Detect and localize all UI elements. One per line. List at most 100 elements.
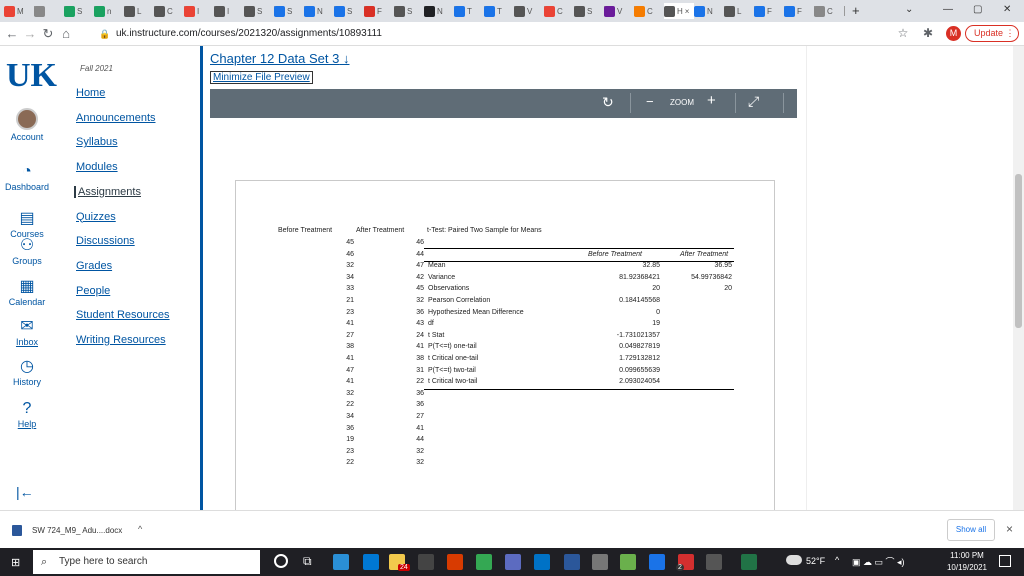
browser-tab[interactable]: S [574, 3, 605, 19]
browser-tab[interactable]: N [424, 3, 455, 19]
home-icon[interactable]: ⌂ [58, 26, 74, 41]
course-nav-assignments[interactable]: Assignments [74, 185, 141, 198]
browser-tab[interactable]: S [274, 3, 305, 19]
course-nav-writing-resources[interactable]: Writing Resources [76, 334, 166, 346]
browser-tab[interactable] [34, 3, 65, 19]
browser-tab[interactable]: I [214, 3, 245, 19]
settings-icon[interactable] [706, 554, 722, 570]
global-nav-dashboard[interactable]: ◔ Dashboard [0, 164, 54, 193]
course-nav-grades[interactable]: Grades [76, 260, 112, 272]
browser-tab[interactable]: C [634, 3, 665, 19]
course-nav-people[interactable]: People [76, 285, 110, 297]
browser-tab[interactable]: T [484, 3, 515, 19]
browser-tab[interactable]: S [394, 3, 425, 19]
tray-icons[interactable]: ▣ ☁ ▭ ⌒ ◂) [852, 555, 905, 568]
browser-tab[interactable]: C [154, 3, 185, 19]
course-nav-quizzes[interactable]: Quizzes [76, 211, 116, 223]
chevron-down-icon[interactable]: ⌄ [905, 4, 913, 15]
global-nav-courses[interactable]: ▤ Courses [0, 211, 54, 240]
zoom-in-button[interactable]: + [707, 92, 716, 109]
course-nav-modules[interactable]: Modules [76, 161, 118, 173]
course-nav-announcements[interactable]: Announcements [76, 112, 156, 124]
global-nav-history[interactable]: ◷ History [0, 359, 54, 388]
show-all-button[interactable]: Show all [947, 519, 995, 541]
rotate-icon[interactable]: ↻ [602, 94, 614, 111]
file-title: Chapter 12 Data Set 3 [210, 51, 340, 66]
collapse-nav-icon[interactable]: |← [16, 484, 34, 500]
browser-tab[interactable]: C [814, 3, 845, 19]
browser-tab[interactable]: L [724, 3, 755, 19]
app-icon[interactable] [649, 554, 665, 570]
app-icon[interactable] [620, 554, 636, 570]
browser-tab[interactable]: S [334, 3, 365, 19]
ttest-before-value: 81.92368421 [619, 273, 660, 281]
close-download-bar-icon[interactable]: × [1006, 522, 1013, 536]
restore-window-icon[interactable]: ▢ [973, 4, 982, 15]
global-nav-calendar[interactable]: ▦ Calendar [0, 279, 54, 308]
course-nav-student-resources[interactable]: Student Resources [76, 309, 170, 321]
notifications-icon[interactable] [999, 555, 1011, 567]
app-icon[interactable] [505, 554, 521, 570]
browser-tab[interactable]: V [604, 3, 635, 19]
chevron-up-icon[interactable]: ^ [138, 524, 142, 534]
outlook-icon[interactable] [534, 554, 550, 570]
store-icon[interactable] [363, 554, 379, 570]
office-icon[interactable] [447, 554, 463, 570]
course-nav-discussions[interactable]: Discussions [76, 235, 135, 247]
url-text[interactable]: uk.instructure.com/courses/2021320/assig… [116, 28, 382, 39]
uk-logo[interactable]: UK [6, 56, 57, 96]
download-icon[interactable]: ↓ [343, 51, 350, 66]
browser-tab[interactable]: L [124, 3, 155, 19]
minimize-preview-button[interactable]: Minimize File Preview [210, 71, 313, 84]
excel-icon[interactable] [741, 554, 757, 570]
new-tab-button[interactable]: + [852, 3, 860, 18]
minimize-window-icon[interactable]: — [943, 4, 953, 15]
zoom-out-button[interactable]: − [646, 94, 654, 109]
browser-tab[interactable]: F [364, 3, 395, 19]
course-nav-home[interactable]: Home [76, 87, 105, 99]
browser-tab[interactable]: T [454, 3, 485, 19]
fullscreen-icon[interactable]: ⤢ [748, 93, 759, 110]
page-scrollbar[interactable] [1013, 46, 1024, 510]
app-icon[interactable] [592, 554, 608, 570]
global-nav-help[interactable]: ? Help [0, 401, 54, 430]
update-button[interactable]: Update ⋮ [965, 25, 1019, 42]
clock-time[interactable]: 11:00 PM [946, 551, 988, 560]
edge-icon[interactable] [333, 554, 349, 570]
browser-tab[interactable]: I [184, 3, 215, 19]
browser-tab[interactable]: n [94, 3, 125, 19]
extensions-icon[interactable]: ✱ [920, 26, 936, 40]
tray-chevron-icon[interactable]: ^ [835, 555, 839, 565]
global-nav-account[interactable]: Account [0, 108, 54, 142]
reload-icon[interactable]: ↻ [40, 26, 56, 42]
browser-tab[interactable]: H × [664, 3, 697, 19]
browser-tab[interactable]: V [514, 3, 545, 19]
chrome-icon[interactable] [476, 554, 492, 570]
browser-tab[interactable]: F [754, 3, 785, 19]
dell-icon[interactable] [418, 554, 434, 570]
weather-temp[interactable]: 52°F [806, 556, 825, 566]
browser-tab[interactable]: S [244, 3, 275, 19]
browser-tab[interactable]: N [694, 3, 725, 19]
back-icon[interactable]: ← [4, 26, 20, 41]
download-file-name[interactable]: SW 724_M9_ Adu....docx [32, 526, 122, 535]
close-window-icon[interactable]: ✕ [1003, 4, 1011, 15]
browser-tab[interactable]: S [64, 3, 95, 19]
browser-tab[interactable]: M [4, 3, 35, 19]
word-icon[interactable] [564, 554, 580, 570]
browser-tab[interactable]: F [784, 3, 815, 19]
weather-cloud-icon[interactable] [786, 555, 802, 565]
browser-tab[interactable]: C [544, 3, 575, 19]
file-title-link[interactable]: Chapter 12 Data Set 3 ↓ [210, 51, 349, 66]
profile-avatar[interactable]: M [946, 26, 961, 41]
star-icon[interactable]: ☆ [895, 26, 911, 40]
scrollbar-thumb[interactable] [1015, 174, 1022, 328]
course-nav-syllabus[interactable]: Syllabus [76, 136, 118, 148]
tab-label: S [587, 6, 593, 16]
forward-icon[interactable]: → [22, 26, 38, 41]
close-tab-icon[interactable]: × [685, 7, 690, 16]
global-nav-groups[interactable]: ⚇ Groups [0, 238, 54, 267]
browser-tab[interactable]: N [304, 3, 335, 19]
global-nav-inbox[interactable]: ✉ Inbox [0, 319, 54, 348]
clock-date[interactable]: 10/19/2021 [942, 563, 992, 572]
